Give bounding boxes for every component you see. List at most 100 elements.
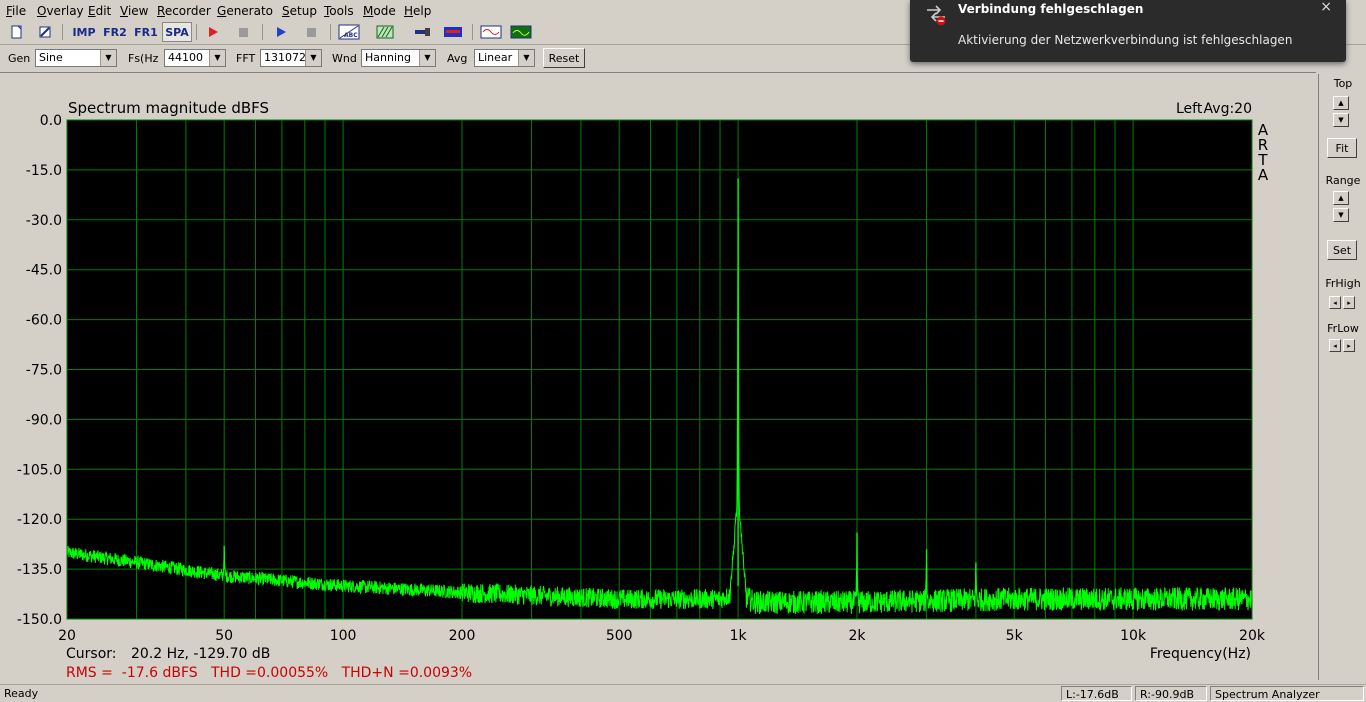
- cursor-label: Cursor:: [66, 646, 117, 662]
- fs-select[interactable]: 44100 ▼: [164, 49, 226, 67]
- network-error-notification[interactable]: Verbindung fehlgeschlagen Aktivierung de…: [910, 0, 1346, 62]
- cursor-value: 20.2 Hz, -129.70 dB: [131, 646, 270, 662]
- frlow-left-button[interactable]: ◂: [1329, 339, 1341, 352]
- chevron-down-icon: ▼: [518, 50, 534, 66]
- fit-button[interactable]: Fit: [1327, 138, 1357, 158]
- frhigh-right-button[interactable]: ▸: [1343, 296, 1355, 309]
- channel-label: Left: [1176, 101, 1203, 117]
- y-tick-label: -15.0: [26, 163, 62, 179]
- top-up-button[interactable]: ▲: [1333, 96, 1349, 110]
- stop-icon[interactable]: [298, 22, 324, 42]
- x-tick-label: 200: [449, 628, 476, 644]
- y-tick-label: -150.0: [17, 612, 62, 628]
- y-tick-label: -75.0: [26, 363, 62, 379]
- y-tick-label: 0.0: [40, 113, 62, 129]
- chevron-down-icon: ▼: [419, 50, 435, 66]
- spectrum-chart[interactable]: Spectrum magnitude dBFS Left Avg:20 0.0 -…: [0, 73, 1316, 683]
- frhigh-label: FrHigh: [1325, 277, 1361, 290]
- x-tick-label: 2k: [848, 628, 866, 644]
- fft-value: 131072: [264, 51, 306, 64]
- fr1-button[interactable]: FR1: [131, 22, 161, 42]
- abc-icon[interactable]: ABC: [336, 22, 362, 42]
- y-tick-label: -30.0: [26, 213, 62, 229]
- frlow-label: FrLow: [1327, 322, 1359, 335]
- svg-text:ABC: ABC: [344, 32, 358, 39]
- wnd-label: Wnd: [332, 52, 357, 65]
- open-icon[interactable]: [32, 22, 58, 42]
- y-tick-label: -120.0: [17, 512, 62, 528]
- close-icon[interactable]: ×: [1320, 0, 1332, 15]
- set-button[interactable]: Set: [1327, 240, 1357, 260]
- notification-title: Verbindung fehlgeschlagen: [958, 2, 1144, 16]
- menu-view[interactable]: View: [120, 4, 148, 18]
- x-axis-label: Frequency(Hz): [1150, 646, 1251, 662]
- avg-select[interactable]: Linear ▼: [474, 49, 535, 67]
- fft-select[interactable]: 131072 ▼: [260, 49, 322, 67]
- gen-select[interactable]: Sine ▼: [35, 49, 117, 67]
- meter-icon[interactable]: [440, 22, 466, 42]
- status-mode: Spectrum Analyzer: [1210, 686, 1364, 701]
- menu-mode[interactable]: Mode: [363, 4, 396, 18]
- stop-record-icon[interactable]: [230, 22, 256, 42]
- chart-title: Spectrum magnitude dBFS: [68, 99, 269, 117]
- imp-button[interactable]: IMP: [68, 22, 100, 42]
- menu-setup[interactable]: Setup: [282, 4, 317, 18]
- y-tick-label: -90.0: [26, 412, 62, 428]
- new-icon[interactable]: [4, 22, 30, 42]
- gen-value: Sine: [39, 51, 63, 64]
- y-tick-label: -135.0: [17, 562, 62, 578]
- frhigh-left-button[interactable]: ◂: [1329, 296, 1341, 309]
- status-ready: Ready: [4, 687, 39, 700]
- menu-edit[interactable]: Edit: [88, 4, 111, 18]
- menu-help[interactable]: Help: [404, 4, 431, 18]
- arrow-right-icon: ▸: [1347, 341, 1351, 350]
- y-tick-label: -45.0: [26, 263, 62, 279]
- range-label: Range: [1325, 174, 1361, 187]
- scope-icon[interactable]: [478, 22, 504, 42]
- chevron-down-icon: ▼: [305, 50, 321, 66]
- x-tick-label: 50: [215, 628, 233, 644]
- menu-recorder[interactable]: Recorder: [157, 4, 211, 18]
- rms-thd-readout: RMS = -17.6 dBFS THD =0.00055% THD+N =0.…: [66, 665, 472, 681]
- range-down-button[interactable]: ▼: [1333, 208, 1349, 222]
- x-axis: 20 50 100 200 500 1k 2k 5k 10k 20k: [58, 628, 1266, 644]
- y-axis: 0.0 -15.0 -30.0 -45.0 -60.0 -75.0 -90.0 -105.0 -…: [17, 113, 62, 628]
- arrow-right-icon: ▸: [1347, 298, 1351, 307]
- status-bar: Ready L:-17.6dB R:-90.9dB Spectrum Analy…: [0, 684, 1366, 702]
- avg-label: Avg: [447, 52, 468, 65]
- status-right-level: R:-90.9dB: [1135, 686, 1207, 701]
- fs-value: 44100: [168, 51, 203, 64]
- arrow-down-icon: ▼: [1338, 116, 1344, 124]
- arrow-down-icon: ▼: [1338, 211, 1344, 219]
- menu-tools[interactable]: Tools: [324, 4, 354, 18]
- y-tick-label: -105.0: [17, 462, 62, 478]
- menu-generator[interactable]: Generato: [217, 4, 273, 18]
- network-error-icon: [927, 5, 946, 26]
- range-up-button[interactable]: ▲: [1333, 191, 1349, 205]
- top-down-button[interactable]: ▼: [1333, 113, 1349, 127]
- spectrum-icon[interactable]: [508, 22, 534, 42]
- avg-readout: Avg:20: [1204, 101, 1252, 117]
- spectrum-chart-panel: Spectrum magnitude dBFS Left Avg:20 0.0 -…: [0, 72, 1316, 683]
- gen-label: Gen: [8, 52, 31, 65]
- wnd-value: Hanning: [365, 51, 411, 64]
- y-tick-label: -60.0: [26, 313, 62, 329]
- chevron-down-icon: ▼: [209, 50, 225, 66]
- menu-overlay[interactable]: Overlay: [37, 4, 84, 18]
- x-tick-label: 10k: [1120, 628, 1147, 644]
- wnd-select[interactable]: Hanning ▼: [361, 49, 436, 67]
- frlow-right-button[interactable]: ▸: [1343, 339, 1355, 352]
- fr2-button[interactable]: FR2: [100, 22, 130, 42]
- menu-file[interactable]: File: [6, 4, 26, 18]
- x-tick-label: 1k: [730, 628, 748, 644]
- x-tick-label: 5k: [1006, 628, 1024, 644]
- connector-icon[interactable]: [410, 22, 436, 42]
- hatch-icon[interactable]: [372, 22, 398, 42]
- reset-button[interactable]: Reset: [543, 48, 585, 68]
- brand-letter: A: [1258, 166, 1269, 184]
- notification-body: Aktivierung der Netzwerkverbindung ist f…: [958, 33, 1293, 47]
- spa-button[interactable]: SPA: [162, 22, 192, 42]
- play-icon[interactable]: [268, 22, 294, 42]
- record-icon[interactable]: [200, 22, 226, 42]
- x-tick-label: 500: [606, 628, 633, 644]
